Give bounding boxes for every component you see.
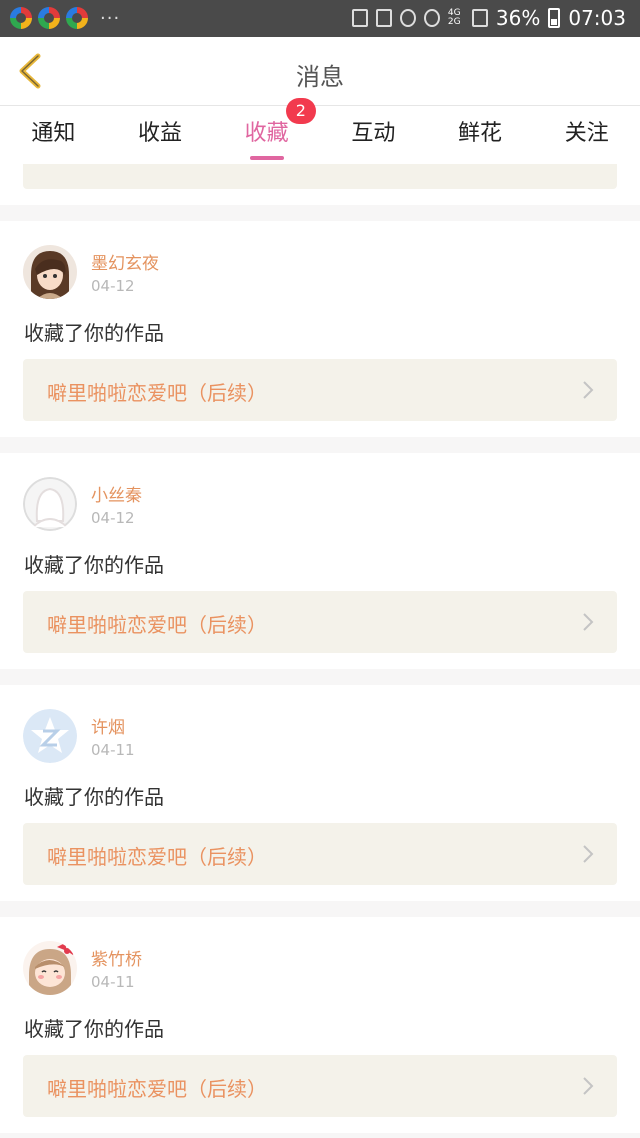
network-type: 4G 2G: [447, 8, 461, 27]
work-link[interactable]: 噼里啪啦恋爱吧（后续）: [23, 823, 617, 885]
work-title: 噼里啪啦恋爱吧（后续）: [47, 1077, 267, 1101]
username[interactable]: 紫竹桥: [91, 945, 142, 970]
status-icons: 4G 2G 36% 07:03: [351, 6, 626, 30]
action-text: 收藏了你的作品: [24, 785, 164, 809]
avatar[interactable]: [23, 709, 77, 763]
anime-boy-avatar-icon: [23, 245, 77, 299]
avatar[interactable]: [23, 941, 77, 995]
date: 04-11: [91, 973, 135, 991]
tab-label: 互动: [351, 121, 396, 146]
signal-icon: [471, 9, 488, 27]
work-title: 噼里啪啦恋爱吧（后续）: [47, 613, 267, 637]
tab-label: 关注: [564, 121, 609, 146]
more-notifications-icon: ···: [100, 7, 121, 29]
tab-interactions[interactable]: 互动: [320, 106, 427, 164]
tab-earnings[interactable]: 收益: [107, 106, 214, 164]
app-notification-icon: [10, 7, 32, 29]
date: 04-12: [91, 277, 135, 295]
tab-label: 收藏: [244, 121, 289, 146]
active-tab-indicator: [249, 156, 284, 160]
notification-icons: ···: [10, 7, 120, 29]
tab-favorites[interactable]: 收藏 2: [213, 98, 320, 164]
tab-notifications[interactable]: 通知: [0, 106, 107, 164]
page-title: 消息: [296, 63, 344, 91]
message-list[interactable]: 墨幻玄夜 04-12 收藏了你的作品 噼里啪啦恋爱吧（后续） 小丝秦 04-12…: [0, 164, 640, 1138]
username[interactable]: 墨幻玄夜: [91, 249, 159, 274]
tab-label: 收益: [138, 121, 183, 146]
username[interactable]: 许烟: [91, 713, 125, 738]
work-link[interactable]: 噼里啪啦恋爱吧（后续）: [23, 1055, 617, 1117]
work-link[interactable]: 噼里啪啦恋爱吧（后续）: [23, 591, 617, 653]
clock: 07:03: [568, 6, 626, 30]
list-item: 墨幻玄夜 04-12 收藏了你的作品 噼里啪啦恋爱吧（后续）: [0, 221, 640, 437]
username[interactable]: 小丝秦: [91, 481, 142, 506]
list-item: 紫竹桥 04-11 收藏了你的作品 噼里啪啦恋爱吧（后续）: [0, 917, 640, 1133]
chevron-right-icon: [583, 613, 594, 631]
recycle-icon: [351, 9, 368, 27]
tab-label: 鲜花: [458, 121, 503, 146]
battery-percent: 36%: [495, 6, 541, 30]
work-link[interactable]: 噼里啪啦恋爱吧（后续）: [23, 359, 617, 421]
tab-flowers[interactable]: 鲜花: [427, 106, 534, 164]
chevron-right-icon: [583, 1077, 594, 1095]
work-title: 噼里啪啦恋爱吧（后续）: [47, 845, 267, 869]
unread-badge: 2: [285, 98, 316, 124]
action-text: 收藏了你的作品: [24, 553, 164, 577]
date: 04-12: [91, 509, 135, 527]
date: 04-11: [91, 741, 135, 759]
nfc-icon: [375, 9, 392, 27]
tab-label: 通知: [31, 121, 76, 146]
app-notification-icon: [66, 7, 88, 29]
tab-follows[interactable]: 关注: [533, 106, 640, 164]
battery-icon: [548, 8, 561, 28]
default-avatar-icon: [23, 477, 77, 531]
category-tabs: 通知 收益 收藏 2 互动 鲜花 关注: [0, 98, 640, 164]
anime-girl-avatar-icon: [23, 941, 77, 995]
chevron-right-icon: [583, 845, 594, 863]
work-title: 噼里啪啦恋爱吧（后续）: [47, 381, 267, 405]
wifi-icon: [423, 9, 440, 27]
avatar[interactable]: [23, 245, 77, 299]
chevron-right-icon: [583, 381, 594, 399]
top-nav-bar: 消息: [0, 37, 640, 106]
mute-icon: [399, 9, 416, 27]
action-text: 收藏了你的作品: [24, 321, 164, 345]
action-text: 收藏了你的作品: [24, 1017, 164, 1041]
app-notification-icon: [38, 7, 60, 29]
list-item-partial: [0, 164, 640, 205]
list-item: 小丝秦 04-12 收藏了你的作品 噼里啪啦恋爱吧（后续）: [0, 453, 640, 669]
status-bar: ··· 4G 2G 36% 07:03: [0, 0, 640, 37]
qzone-star-icon: [23, 709, 77, 763]
work-link-partial[interactable]: [23, 164, 617, 189]
list-item: 许烟 04-11 收藏了你的作品 噼里啪啦恋爱吧（后续）: [0, 685, 640, 901]
avatar[interactable]: [23, 477, 77, 531]
